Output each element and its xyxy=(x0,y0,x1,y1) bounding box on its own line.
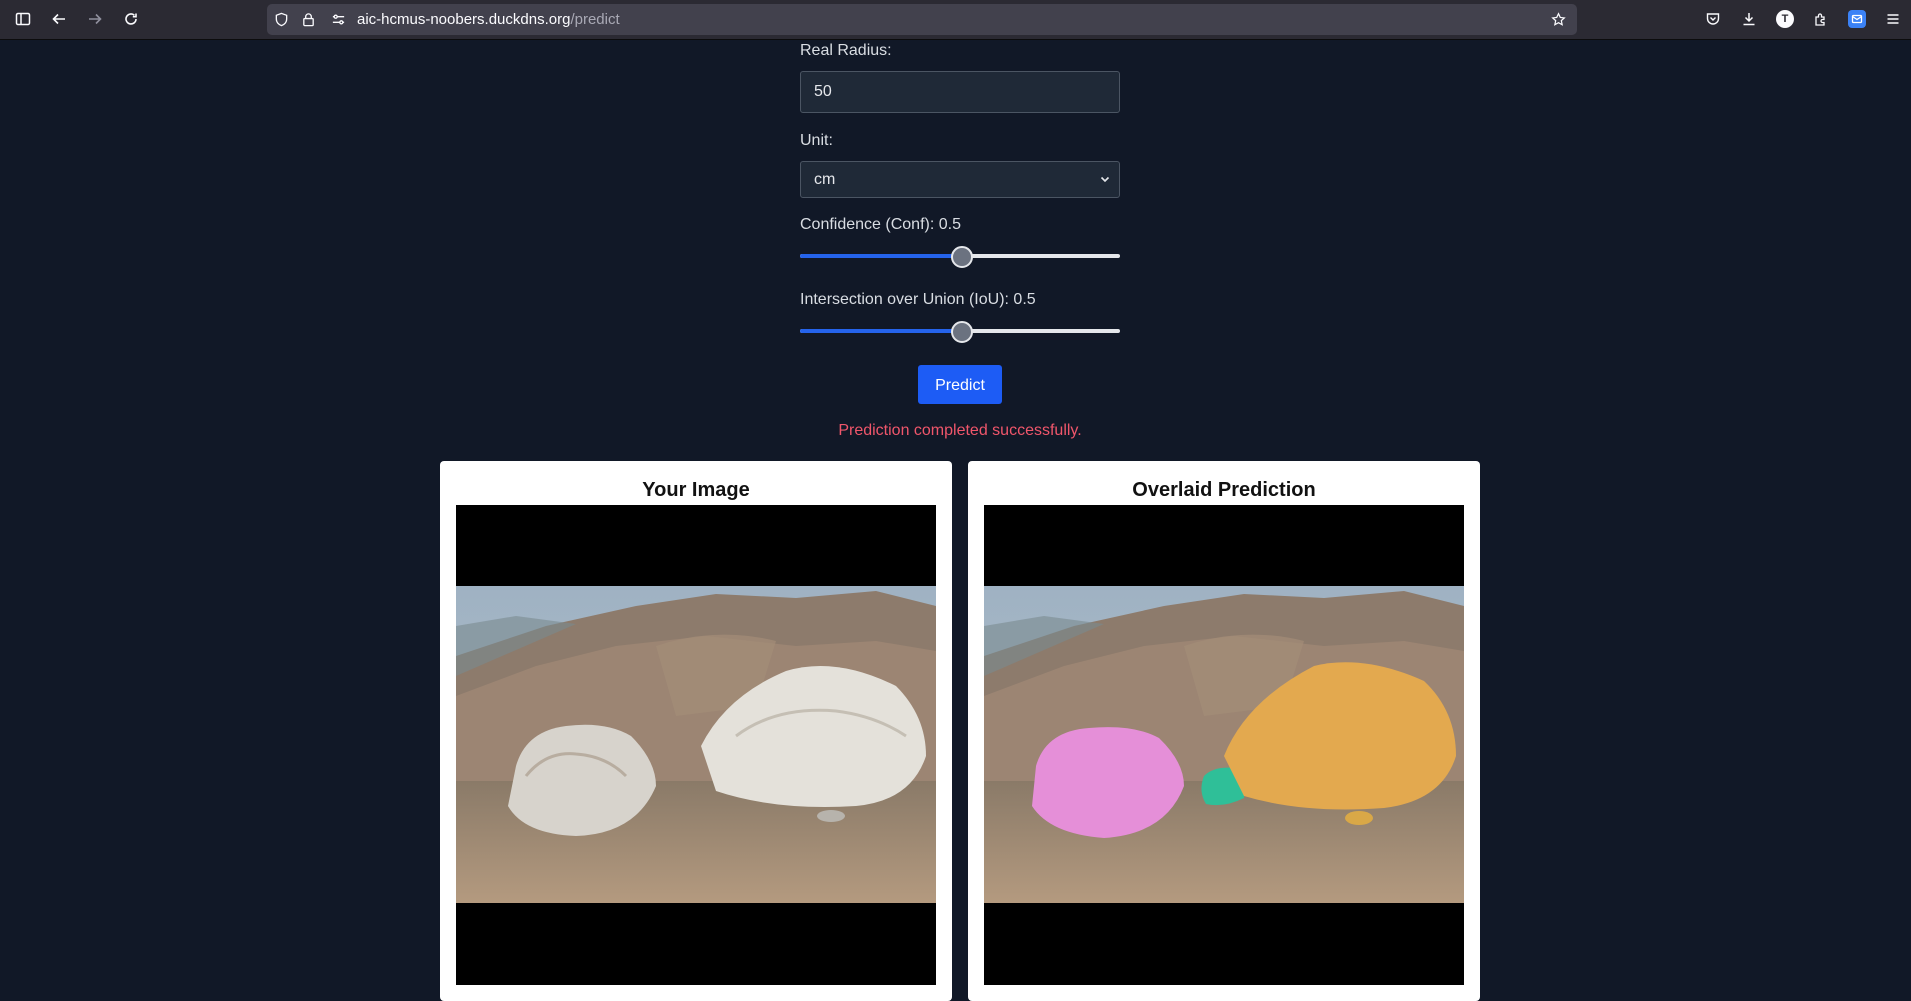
forward-icon[interactable] xyxy=(82,6,108,32)
downloads-icon[interactable] xyxy=(1736,6,1762,32)
rocks-segmentation-overlay xyxy=(984,586,1464,903)
shield-icon[interactable] xyxy=(273,11,290,28)
unit-select[interactable]: cm xyxy=(800,161,1120,198)
unit-selected-value: cm xyxy=(814,171,836,188)
original-image-card: Your Image xyxy=(440,461,952,1001)
radius-input[interactable]: 50 xyxy=(800,71,1120,113)
slider-fill xyxy=(800,329,960,333)
slider-thumb[interactable] xyxy=(951,246,973,268)
lock-icon[interactable] xyxy=(300,11,317,28)
url-path: /predict xyxy=(570,11,620,28)
extensions-icon[interactable] xyxy=(1808,6,1834,32)
slider-fill xyxy=(800,254,960,258)
original-image-title: Your Image xyxy=(642,479,750,501)
overlay-prediction-card: Overlaid Prediction xyxy=(968,461,1480,1001)
iou-slider[interactable] xyxy=(800,320,1120,343)
overlay-image xyxy=(984,505,1464,985)
overlay-prediction-title: Overlaid Prediction xyxy=(1132,479,1316,501)
mask-pebble xyxy=(1345,811,1373,825)
confidence-label: Confidence (Conf): 0.5 xyxy=(800,216,961,233)
url-text[interactable]: aic-hcmus-noobers.duckdns.org/predict xyxy=(357,11,620,28)
sidebar-toggle-icon[interactable] xyxy=(10,6,36,32)
bookmark-star-icon[interactable] xyxy=(1550,11,1567,28)
pocket-icon[interactable] xyxy=(1700,6,1726,32)
chevron-down-icon xyxy=(1100,176,1110,183)
slider-thumb[interactable] xyxy=(951,321,973,343)
confidence-slider[interactable] xyxy=(800,245,1120,268)
unit-label: Unit: xyxy=(800,132,833,149)
iou-label: Intersection over Union (IoU): 0.5 xyxy=(800,291,1036,308)
browser-toolbar: aic-hcmus-noobers.duckdns.org/predict T xyxy=(0,0,1911,40)
extension-mail-icon[interactable] xyxy=(1844,6,1870,32)
address-bar[interactable]: aic-hcmus-noobers.duckdns.org/predict xyxy=(267,4,1577,35)
menu-icon[interactable] xyxy=(1880,6,1906,32)
rocks-photo xyxy=(456,586,936,903)
original-image xyxy=(456,505,936,985)
reload-icon[interactable] xyxy=(118,6,144,32)
predict-button[interactable]: Predict xyxy=(918,365,1002,404)
url-host: aic-hcmus-noobers.duckdns.org xyxy=(357,11,571,28)
permissions-icon[interactable] xyxy=(330,11,347,28)
back-icon[interactable] xyxy=(46,6,72,32)
radius-label: Real Radius: xyxy=(800,42,892,59)
account-avatar-icon[interactable]: T xyxy=(1772,6,1798,32)
status-message: Prediction completed successfully. xyxy=(838,422,1082,439)
profile-initial: T xyxy=(1776,10,1794,28)
